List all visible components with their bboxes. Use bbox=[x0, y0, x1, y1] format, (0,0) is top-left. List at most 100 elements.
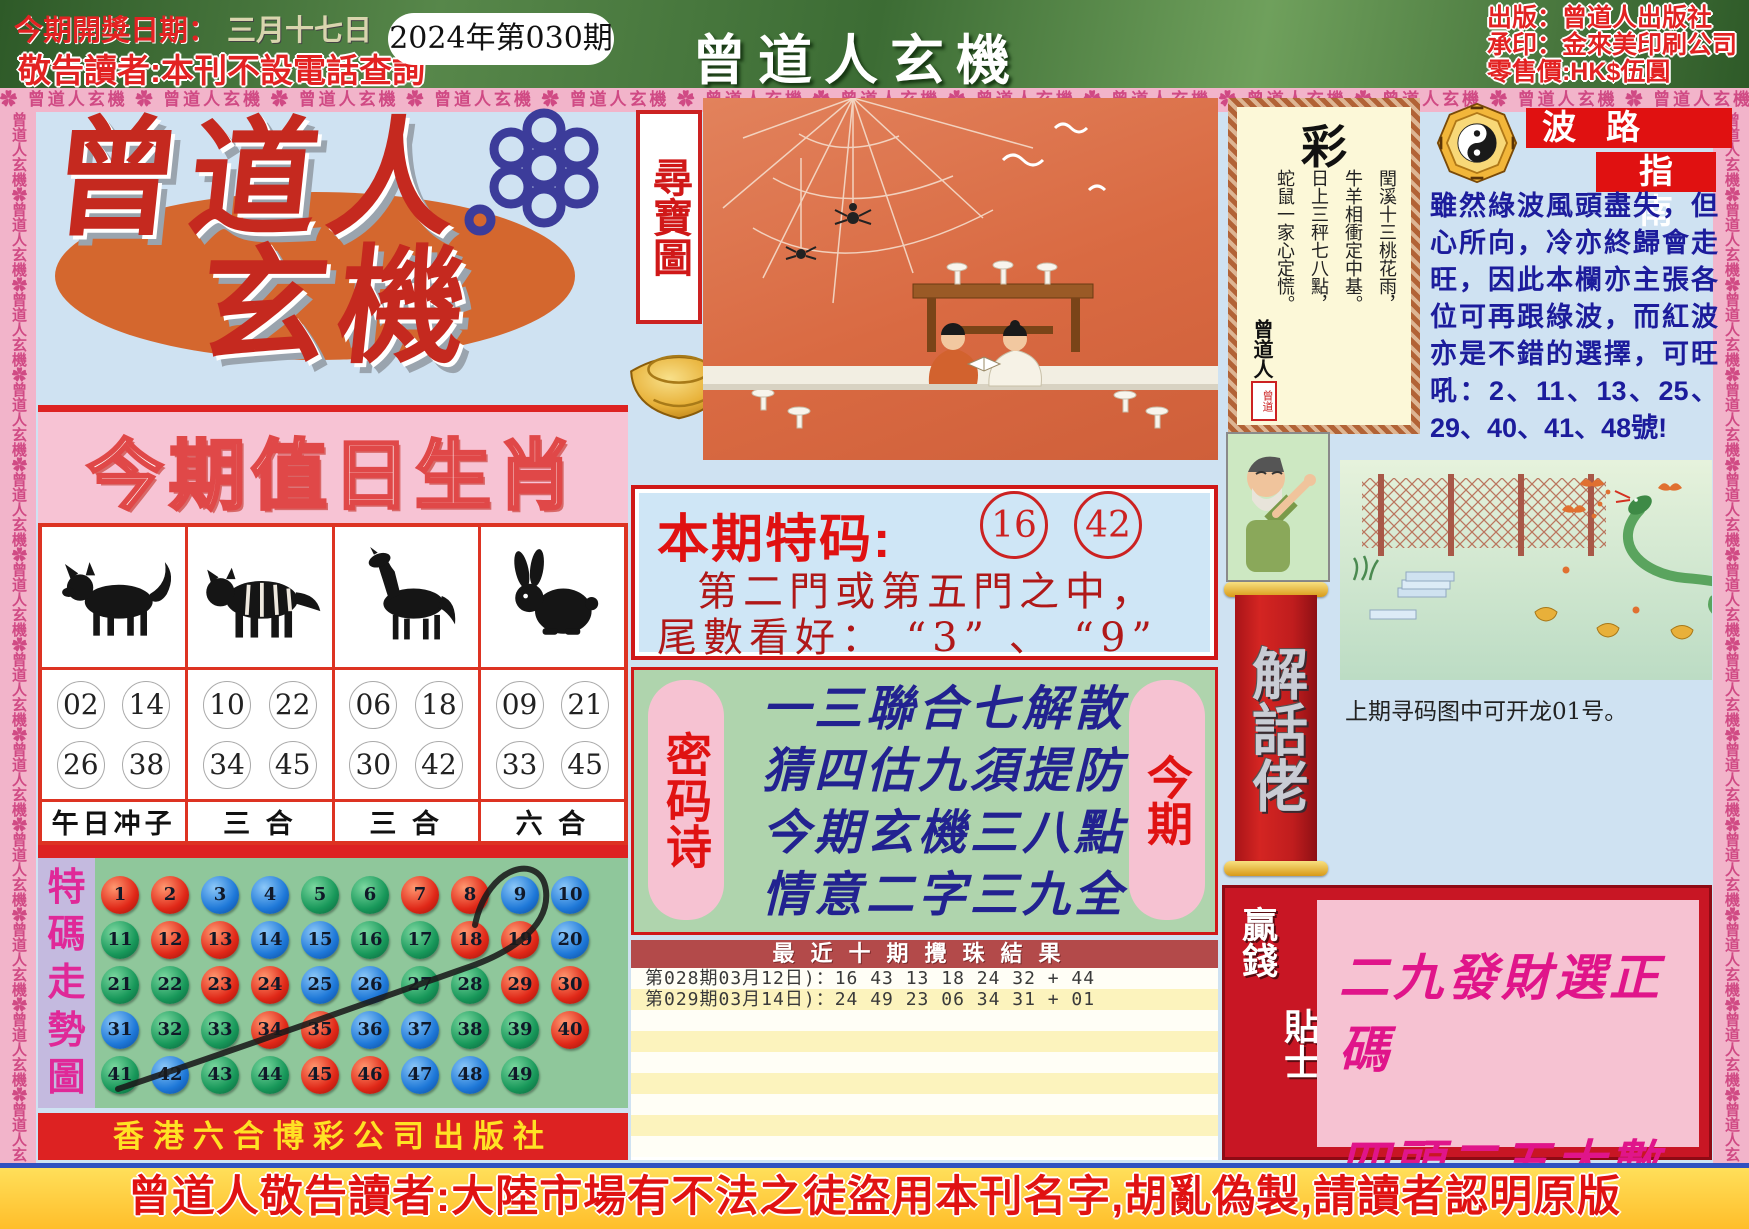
zodiac-number: 21 bbox=[561, 681, 609, 729]
number-ball: 11 bbox=[101, 921, 139, 959]
number-ball: 5 bbox=[301, 876, 339, 914]
number-ball: 48 bbox=[451, 1056, 489, 1094]
number-ball: 24 bbox=[251, 966, 289, 1004]
number-ball: 27 bbox=[401, 966, 439, 1004]
number-ball: 39 bbox=[501, 1011, 539, 1049]
zodiac-column-tiger: 10223445三 合 bbox=[188, 527, 334, 841]
number-ball: 33 bbox=[201, 1011, 239, 1049]
secret-poem-right-label: 今期 bbox=[1136, 754, 1198, 846]
secret-poem-lines: 一三聯合七解散猜四估九須提防今期玄機三八點情意二字三九全 bbox=[746, 678, 1142, 926]
number-ball: 32 bbox=[151, 1011, 189, 1049]
number-ball: 18 bbox=[451, 921, 489, 959]
fortune-signature: 曾道人 bbox=[1247, 319, 1276, 379]
secret-poem-left-label: 密码诗 bbox=[655, 731, 717, 869]
tiger-icon bbox=[188, 527, 331, 670]
number-ball: 7 bbox=[401, 876, 439, 914]
recent-results-title: 最近十期攪珠結果 bbox=[631, 940, 1218, 968]
zodiac-number: 02 bbox=[57, 681, 105, 729]
number-ball: 41 bbox=[101, 1056, 139, 1094]
horse-icon bbox=[335, 527, 478, 670]
zodiac-table: 02142638午日冲子 10223445三 合 06183042三 合 092… bbox=[38, 523, 628, 845]
publisher-info-line: 出版：曾道人出版社 bbox=[1487, 5, 1737, 32]
result-row bbox=[631, 1115, 1218, 1136]
publisher-bar: 香港六合博彩公司出版社 bbox=[38, 1113, 628, 1160]
draw-date-label: 今期開獎日期： bbox=[14, 15, 217, 47]
fortune-poem-panel: 彩 閏溪十三桃花雨， 牛羊相衝定中基。 日上三秤七八點， 蛇鼠一家心定慌。 曾道… bbox=[1228, 98, 1420, 434]
number-ball: 15 bbox=[301, 921, 339, 959]
main-title-line2: 玄機 bbox=[193, 244, 482, 372]
number-ball: 8 bbox=[451, 876, 489, 914]
trend-label-char: 走 bbox=[47, 964, 85, 1002]
fortune-poem-text: 閏溪十三桃花雨， 牛羊相衝定中基。 日上三秤七八點， 蛇鼠一家心定慌。 bbox=[1267, 169, 1403, 377]
number-ball: 38 bbox=[451, 1011, 489, 1049]
zodiac-relation-label: 午日冲子 bbox=[42, 802, 185, 841]
books-icon bbox=[1370, 572, 1454, 619]
zodiac-number: 14 bbox=[122, 681, 170, 729]
trend-label-char: 特 bbox=[47, 869, 85, 907]
dog-icon bbox=[42, 527, 185, 670]
number-ball-grid: 1234567891011121314151617181920212223242… bbox=[95, 872, 595, 1097]
number-ball: 29 bbox=[501, 966, 539, 1004]
tips-calligraphy-line: 二九發財選正碼 bbox=[1317, 938, 1699, 1082]
trend-label-char: 圖 bbox=[47, 1059, 85, 1097]
treasure-hunt-illustration bbox=[703, 98, 1218, 460]
result-row bbox=[631, 1136, 1218, 1157]
fortune-panel-heading: 彩 bbox=[1237, 111, 1411, 177]
reader-notice: 敬告讀者:本刊不設電話查詢 bbox=[18, 44, 425, 92]
zodiac-relation-label: 三 合 bbox=[335, 802, 478, 841]
secret-poem-left-pill: 密码诗 bbox=[648, 680, 724, 920]
zodiac-section-title-bar: 今期值日生肖 bbox=[38, 405, 628, 533]
zodiac-numbers: 09 21 33 45 bbox=[481, 670, 624, 802]
zodiac-number: 38 bbox=[122, 741, 170, 789]
anti-counterfeit-text: 曾道人敬告讀者:大陸市場有不法之徒盜用本刊名字,胡亂偽製,請讀者認明原版 bbox=[128, 1173, 1621, 1221]
number-ball: 3 bbox=[201, 876, 239, 914]
spider-web-icon bbox=[723, 98, 1033, 303]
scroll-pole-bottom bbox=[1224, 861, 1328, 876]
special-code-numbers: 1642 bbox=[980, 491, 1142, 559]
zodiac-relation-label: 六 合 bbox=[481, 802, 624, 841]
wave-guide-title-top: 波路 bbox=[1526, 108, 1732, 148]
grass-icon bbox=[1354, 556, 1378, 580]
number-ball: 40 bbox=[551, 1011, 589, 1049]
zodiac-number: 22 bbox=[269, 681, 317, 729]
bagua-yinyang-icon bbox=[1436, 102, 1518, 189]
number-ball: 17 bbox=[401, 921, 439, 959]
zodiac-column-rabbit: 09 21 33 45 六 合 bbox=[481, 527, 624, 841]
number-ball: 49 bbox=[501, 1056, 539, 1094]
wave-guide-title-bottom: 指南 bbox=[1596, 152, 1716, 192]
result-row bbox=[631, 1094, 1218, 1115]
ornamental-border-right: 曾道人玄機✿曾道人玄機✿曾道人玄機✿曾道人玄機✿曾道人玄機✿曾道人玄機✿曾道人玄… bbox=[1713, 112, 1749, 1163]
secret-poem-line: 情意二字三九全 bbox=[746, 864, 1142, 926]
zodiac-number: 45 bbox=[561, 741, 609, 789]
zodiac-number: 18 bbox=[415, 681, 463, 729]
result-row bbox=[631, 1010, 1218, 1031]
small-ingots-icon bbox=[1535, 608, 1693, 640]
zodiac-number: 06 bbox=[349, 681, 397, 729]
trend-label-char: 碼 bbox=[47, 916, 85, 954]
number-ball: 42 bbox=[151, 1056, 189, 1094]
number-ball: 35 bbox=[301, 1011, 339, 1049]
zodiac-number: 09 bbox=[496, 681, 544, 729]
zodiac-column-horse: 06183042三 合 bbox=[335, 527, 481, 841]
trend-divider-bar bbox=[38, 845, 628, 858]
recent-results-rows: 第028期03月12日)：16 43 13 18 24 32 + 44第029期… bbox=[631, 968, 1218, 1157]
zodiac-number: 33 bbox=[496, 741, 544, 789]
snake-illustration bbox=[1340, 460, 1712, 680]
draw-date-value: 三月十七日 bbox=[227, 15, 372, 47]
scroll-body: 解話佬 bbox=[1235, 595, 1317, 863]
secret-poem-box: 密码诗 今期 一三聯合七解散猜四估九須提防今期玄機三八點情意二字三九全 bbox=[631, 667, 1218, 935]
red-seal-icon: 曾道 bbox=[1251, 381, 1277, 421]
zodiac-numbers: 06183042 bbox=[335, 670, 478, 802]
number-ball: 22 bbox=[151, 966, 189, 1004]
issue-number: 2024年第030期 bbox=[388, 13, 614, 65]
treasure-map-label-box: 尋寶圖 bbox=[636, 110, 702, 324]
draw-date: 今期開獎日期： 三月十七日 bbox=[14, 7, 372, 49]
number-ball: 4 bbox=[251, 876, 289, 914]
tips-strip-top: 贏錢 bbox=[1235, 906, 1280, 978]
tips-strip-bottom: 貼士 bbox=[1277, 1008, 1322, 1080]
number-ball: 9 bbox=[501, 876, 539, 914]
number-ball: 19 bbox=[501, 921, 539, 959]
trend-chart-label: 特碼走勢圖 bbox=[38, 858, 95, 1108]
number-ball: 13 bbox=[201, 921, 239, 959]
winning-tips-box: 贏錢 貼士 二九發財選正碼四頭二五大數現 bbox=[1222, 885, 1712, 1160]
